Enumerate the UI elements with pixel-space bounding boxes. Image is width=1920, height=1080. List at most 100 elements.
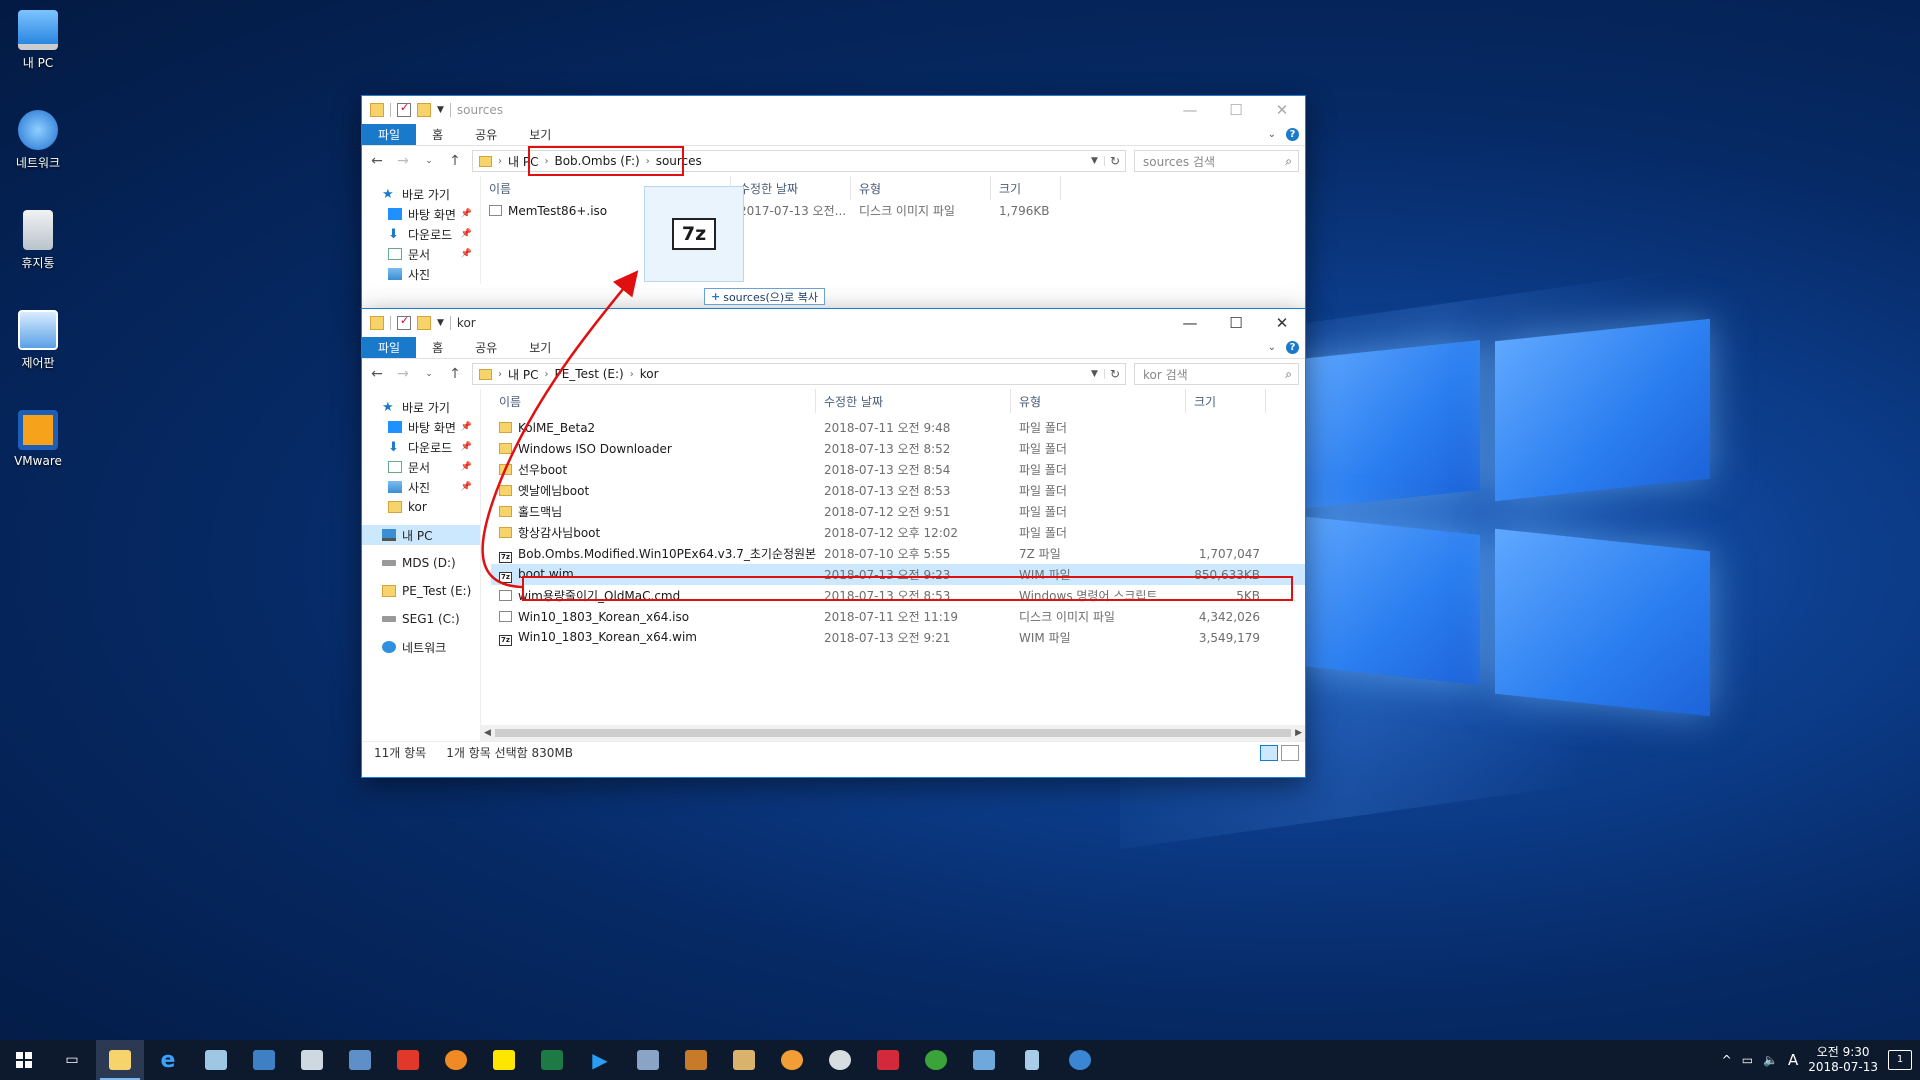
file-row[interactable]: 7z Win10_1803_Korean_x64.wim 2018-07-13 오전… (491, 627, 1305, 648)
column-type[interactable]: 유형 (1011, 389, 1186, 413)
back-button[interactable]: ← (368, 366, 386, 382)
nav-pictures[interactable]: 사진 (362, 264, 480, 284)
nav-drive-e[interactable]: PE_Test (E:) (362, 581, 480, 601)
title-bar[interactable]: ▼ kor — ☐ ✕ (362, 309, 1305, 337)
tab-file[interactable]: 파일 (362, 337, 417, 358)
ribbon-expand-icon[interactable]: ⌄ (1268, 342, 1276, 353)
address-dropdown-icon[interactable]: ▼ (1085, 369, 1105, 379)
horizontal-scrollbar[interactable]: ◀ ▶ (481, 725, 1305, 741)
tab-file[interactable]: 파일 (362, 124, 417, 145)
address-dropdown-icon[interactable]: ▼ (1085, 156, 1105, 166)
column-size[interactable]: 크기 (1186, 389, 1266, 413)
taskbar-kakaotalk[interactable] (480, 1040, 528, 1080)
taskbar-excel[interactable] (528, 1040, 576, 1080)
nav-quick-access[interactable]: ★ 바로 가기 (362, 184, 480, 204)
taskbar-app-21[interactable] (1056, 1040, 1104, 1080)
tab-view[interactable]: 보기 (513, 124, 567, 145)
search-input[interactable]: sources 검색 ⌕ (1134, 150, 1299, 172)
nav-pictures[interactable]: 사진 📌 (362, 477, 480, 497)
tab-home[interactable]: 홈 (416, 124, 459, 145)
address-bar[interactable]: › 내 PC › PE_Test (E:) › kor ▼ ↻ (472, 363, 1126, 385)
taskbar-app-14[interactable] (720, 1040, 768, 1080)
taskbar-app-12[interactable] (624, 1040, 672, 1080)
refresh-icon[interactable]: ↻ (1105, 367, 1125, 381)
recent-locations-icon[interactable]: ⌄ (420, 156, 438, 166)
minimize-button[interactable]: — (1167, 309, 1213, 337)
taskbar-app-15[interactable] (768, 1040, 816, 1080)
breadcrumb-folder[interactable]: kor (640, 367, 659, 381)
nav-downloads[interactable]: ⬇ 다운로드 📌 (362, 437, 480, 457)
taskbar-internet-explorer[interactable]: e (144, 1040, 192, 1080)
taskbar-app-3[interactable] (192, 1040, 240, 1080)
minimize-button[interactable]: — (1167, 96, 1213, 124)
clock[interactable]: 오전 9:30 2018-07-13 (1808, 1045, 1878, 1075)
taskbar-app-20[interactable] (1008, 1040, 1056, 1080)
nav-desktop[interactable]: 바탕 화면 📌 (362, 417, 480, 437)
up-button[interactable]: ↑ (446, 153, 464, 169)
address-bar[interactable]: › 내 PC › Bob.Ombs (F:) › sources ▼ ↻ (472, 146, 1126, 176)
title-bar[interactable]: ▼ sources — ☐ ✕ (362, 96, 1305, 124)
nav-folder-kor[interactable]: kor (362, 497, 480, 517)
nav-downloads[interactable]: ⬇ 다운로드 📌 (362, 224, 480, 244)
show-hidden-icons-icon[interactable]: ^ (1722, 1053, 1732, 1067)
column-type[interactable]: 유형 (851, 176, 991, 200)
column-size[interactable]: 크기 (991, 176, 1061, 200)
taskbar-app-5[interactable] (288, 1040, 336, 1080)
file-row[interactable]: 홀드맥님 2018-07-12 오전 9:51 파일 폴더 (491, 501, 1305, 522)
nav-network[interactable]: 네트워크 (362, 637, 480, 657)
taskbar-app-7[interactable] (384, 1040, 432, 1080)
nav-drive-d[interactable]: MDS (D:) (362, 553, 480, 573)
taskbar-app-17[interactable] (864, 1040, 912, 1080)
explorer-window-kor[interactable]: ▼ kor — ☐ ✕ 파일 홈 공유 보기 ⌄ ? ← → ⌄ ↑ › 내 P… (361, 308, 1306, 778)
file-row[interactable]: Win10_1803_Korean_x64.iso 2018-07-11 오전 1… (491, 606, 1305, 627)
maximize-button[interactable]: ☐ (1213, 96, 1259, 124)
desktop-icon-recycle-bin[interactable]: 휴지통 (6, 210, 70, 271)
properties-icon[interactable] (397, 101, 411, 117)
explorer-window-sources[interactable]: ▼ sources — ☐ ✕ 파일 홈 공유 보기 ⌄ ? ← → ⌄ ↑ ›… (361, 95, 1306, 310)
taskbar-utorrent[interactable] (912, 1040, 960, 1080)
column-date[interactable]: 수정한 날짜 (731, 176, 851, 200)
tab-home[interactable]: 홈 (416, 337, 459, 358)
help-icon[interactable]: ? (1286, 341, 1299, 354)
volume-icon[interactable]: 🔈 (1763, 1053, 1778, 1067)
desktop-icon-control-panel[interactable]: 제어판 (6, 310, 70, 371)
new-folder-icon[interactable] (417, 316, 431, 330)
column-name[interactable]: 이름 (491, 389, 816, 413)
task-view-button[interactable]: ▭ (48, 1040, 96, 1080)
tab-share[interactable]: 공유 (459, 337, 513, 358)
nav-this-pc[interactable]: 내 PC (362, 525, 480, 545)
breadcrumb-pc[interactable]: 내 PC (508, 366, 538, 383)
close-button[interactable]: ✕ (1259, 96, 1305, 124)
desktop-icon-my-pc[interactable]: 내 PC (6, 10, 70, 71)
start-button[interactable] (0, 1040, 48, 1080)
nav-documents[interactable]: 문서 📌 (362, 457, 480, 477)
back-button[interactable]: ← (368, 153, 386, 169)
help-icon[interactable]: ? (1286, 128, 1299, 141)
quick-access-dropdown-icon[interactable]: ▼ (437, 318, 444, 328)
scrollbar-thumb[interactable] (495, 729, 1291, 737)
taskbar-media-player[interactable]: ▶ (576, 1040, 624, 1080)
file-row[interactable]: 항상감사님boot 2018-07-12 오후 12:02 파일 폴더 (491, 522, 1305, 543)
file-row[interactable]: Windows ISO Downloader 2018-07-13 오전 8:52… (491, 438, 1305, 459)
up-button[interactable]: ↑ (446, 366, 464, 382)
scroll-right-icon[interactable]: ▶ (1295, 728, 1302, 738)
taskbar-app-6[interactable] (336, 1040, 384, 1080)
taskbar-app-8[interactable] (432, 1040, 480, 1080)
close-button[interactable]: ✕ (1259, 309, 1305, 337)
forward-button[interactable]: → (394, 153, 412, 169)
desktop-icon-vmware[interactable]: VMware (6, 410, 70, 468)
ribbon-expand-icon[interactable]: ⌄ (1268, 129, 1276, 140)
column-date[interactable]: 수정한 날짜 (816, 389, 1011, 413)
taskbar-file-explorer[interactable] (96, 1040, 144, 1080)
breadcrumb-drive[interactable]: PE_Test (E:) (554, 367, 623, 381)
taskbar-app-16[interactable] (816, 1040, 864, 1080)
tab-view[interactable]: 보기 (513, 337, 567, 358)
input-language-indicator[interactable]: A (1788, 1051, 1798, 1069)
action-center-button[interactable]: 1 (1888, 1050, 1912, 1070)
search-input[interactable]: kor 검색 ⌕ (1134, 363, 1299, 385)
file-row[interactable]: KolME_Beta2 2018-07-11 오전 9:48 파일 폴더 (491, 417, 1305, 438)
large-icons-view-button[interactable] (1281, 744, 1299, 761)
new-folder-icon[interactable] (417, 103, 431, 117)
nav-documents[interactable]: 문서 📌 (362, 244, 480, 264)
properties-icon[interactable] (397, 314, 411, 330)
